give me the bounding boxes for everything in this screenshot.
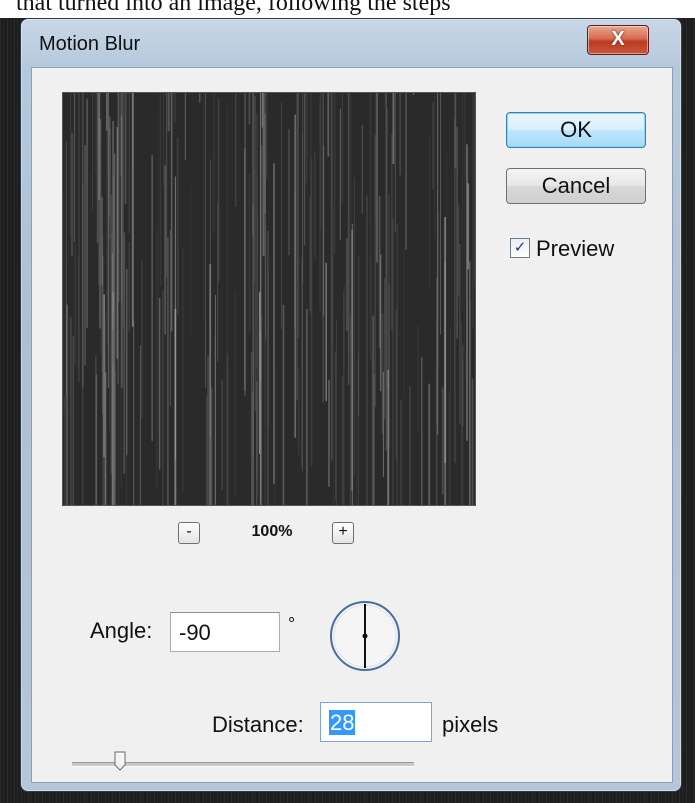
zoom-level: 100% [251,523,293,540]
distance-value: 28 [329,710,356,735]
background-caption: that turned into an image, following the… [0,0,695,18]
preview-texture [63,93,475,505]
angle-dial-icon [330,601,400,671]
minus-icon: - [186,523,192,540]
distance-label: Distance: [212,712,304,737]
distance-input[interactable]: 28 [320,702,432,742]
preview-zoom-controls: - 100% + [178,522,378,546]
zoom-in-button[interactable]: + [332,522,354,544]
filter-preview-image[interactable] [62,92,476,506]
window-title: Motion Blur [39,33,141,55]
title-bar[interactable]: Motion Blur X [21,19,681,67]
preview-checkbox[interactable]: ✓ [510,238,530,258]
check-icon: ✓ [513,239,527,256]
close-button[interactable]: X [587,25,649,55]
angle-value: -90 [179,620,211,645]
motion-blur-dialog: Motion Blur X - 100% + OK Cancel ✓ Previ… [20,18,682,792]
cancel-button[interactable]: Cancel [506,168,646,204]
angle-label: Angle: [90,618,153,643]
preview-checkbox-label: Preview [536,236,615,261]
angle-dial[interactable] [328,599,402,673]
distance-unit: pixels [442,712,499,737]
degree-symbol: ° [288,614,296,634]
angle-input[interactable]: -90 [170,612,280,652]
distance-slider-thumb[interactable] [114,751,126,771]
close-icon: X [611,28,625,50]
zoom-out-button[interactable]: - [178,522,200,544]
plus-icon: + [338,523,348,540]
ok-button[interactable]: OK [506,112,646,148]
dialog-client-area: - 100% + OK Cancel ✓ Preview Angle: -90 … [31,67,673,783]
